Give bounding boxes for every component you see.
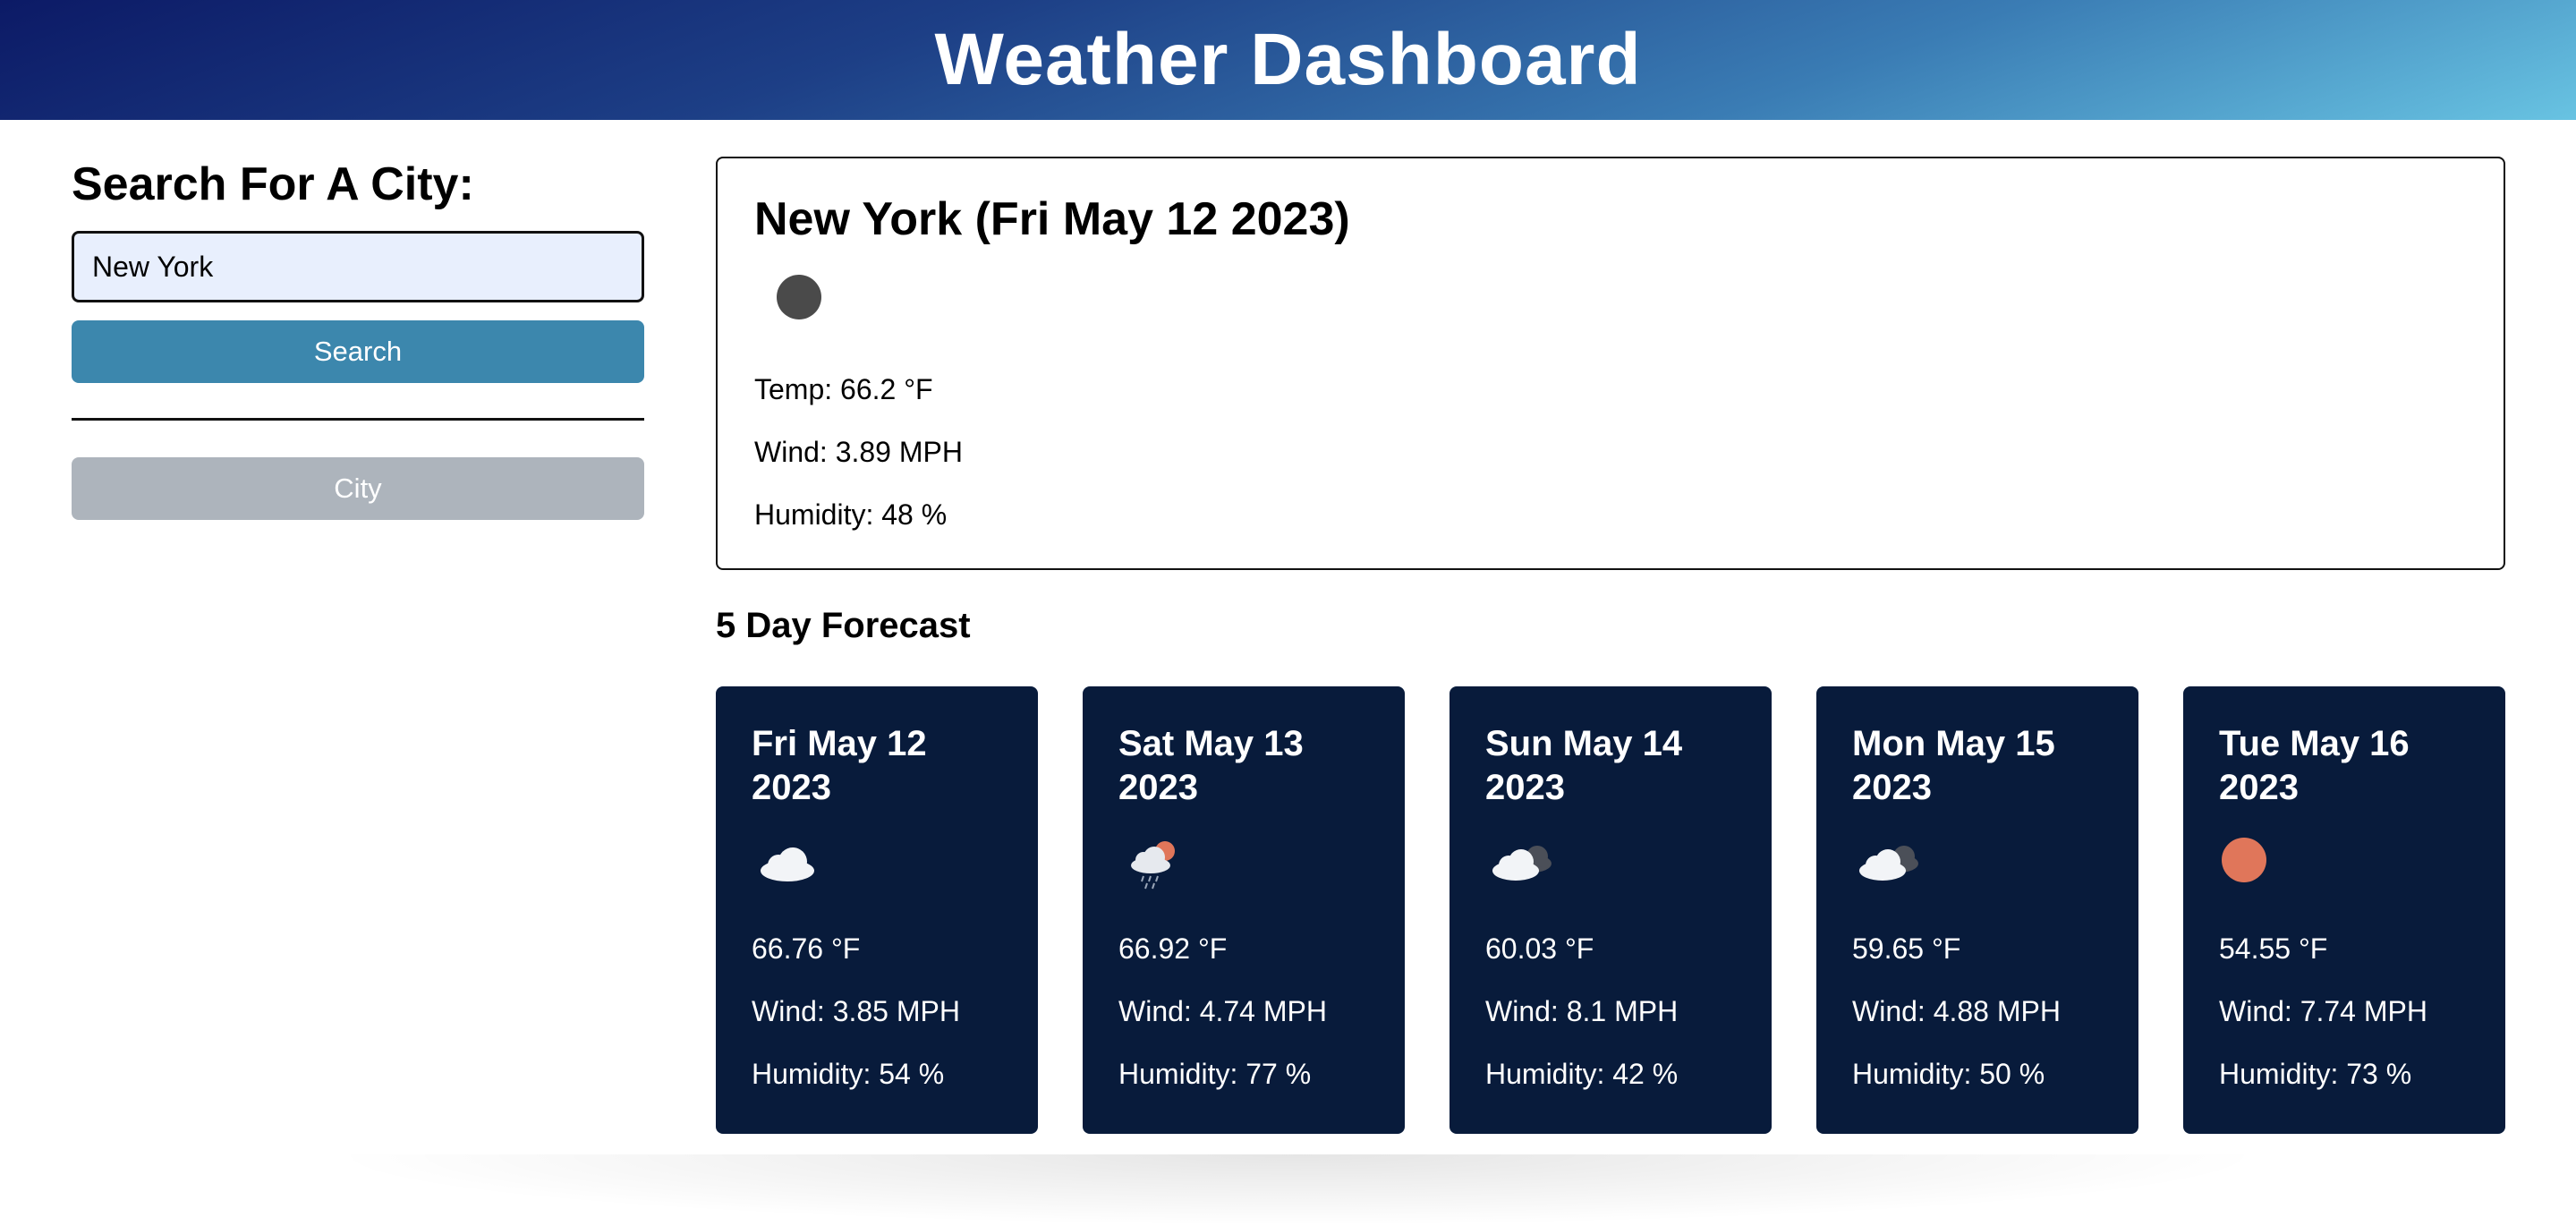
forecast-date: Sun May 14 2023	[1485, 724, 1683, 807]
forecast-card: Tue May 16 2023 54.55 °F Wind: 7.74 MPH …	[2183, 686, 2505, 1134]
forecast-title: 5 Day Forecast	[716, 606, 971, 645]
search-heading: Search For A City:	[72, 158, 474, 210]
forecast-card: Sun May 14 2023 60.03 °F Wind: 8.1 MPH H…	[1450, 686, 1772, 1134]
forecast-temp: 54.55 °F	[2219, 932, 2328, 965]
forecast-temp: 66.76 °F	[752, 932, 861, 965]
forecast-wind: Wind: 4.88 MPH	[1852, 995, 2061, 1027]
broken-clouds-icon	[1859, 846, 1918, 881]
header: Weather Dashboard	[0, 0, 2576, 120]
rain-sun-cloud-icon	[1131, 841, 1175, 890]
forecast-date: Fri May 12 2023	[752, 724, 927, 807]
forecast-date: Sat May 13 2023	[1118, 724, 1304, 807]
forecast-card: Fri May 12 2023 66.76 °F Wind: 3.85 MPH …	[716, 686, 1038, 1134]
forecast-date: Tue May 16 2023	[2219, 724, 2410, 807]
current-temp: Temp: 66.2 °F	[754, 373, 933, 405]
search-button[interactable]: Search	[72, 320, 644, 383]
forecast-humidity: Humidity: 50 %	[1852, 1058, 2045, 1090]
forecast-humidity: Humidity: 42 %	[1485, 1058, 1679, 1090]
current-wind: Wind: 3.89 MPH	[754, 436, 963, 468]
bottom-shadow	[322, 1154, 2273, 1226]
forecast-temp: 60.03 °F	[1485, 932, 1594, 965]
page-title: Weather Dashboard	[934, 19, 1642, 100]
forecast-wind: Wind: 7.74 MPH	[2219, 995, 2427, 1027]
broken-clouds-icon	[1492, 846, 1552, 881]
city-search-input[interactable]	[72, 231, 644, 302]
forecast-wind: Wind: 4.74 MPH	[1118, 995, 1327, 1027]
forecast-temp: 59.65 °F	[1852, 932, 1961, 965]
forecast-card: Mon May 15 2023 59.65 °F Wind: 4.88 MPH …	[1816, 686, 2138, 1134]
current-city-title: New York (Fri May 12 2023)	[754, 193, 1350, 245]
forecast-wind: Wind: 8.1 MPH	[1485, 995, 1679, 1027]
forecast-humidity: Humidity: 73 %	[2219, 1058, 2412, 1090]
current-weather-card: New York (Fri May 12 2023) Temp: 66.2 °F…	[716, 157, 2505, 570]
forecast-humidity: Humidity: 77 %	[1118, 1058, 1312, 1090]
history-city-button[interactable]: City	[72, 457, 644, 520]
divider	[72, 418, 644, 421]
forecast-humidity: Humidity: 54 %	[752, 1058, 945, 1090]
sidebar: Search For A City: Search City	[72, 158, 644, 520]
cloud-icon	[761, 847, 814, 881]
current-humidity: Humidity: 48 %	[754, 498, 948, 531]
dark-circle-icon	[777, 275, 821, 319]
forecast-date: Mon May 15 2023	[1852, 724, 2055, 807]
sun-icon	[2222, 838, 2266, 882]
forecast-temp: 66.92 °F	[1118, 932, 1228, 965]
forecast-card: Sat May 13 2023 66.92 °F Wind: 4.74 MPH …	[1083, 686, 1405, 1134]
forecast-wind: Wind: 3.85 MPH	[752, 995, 960, 1027]
